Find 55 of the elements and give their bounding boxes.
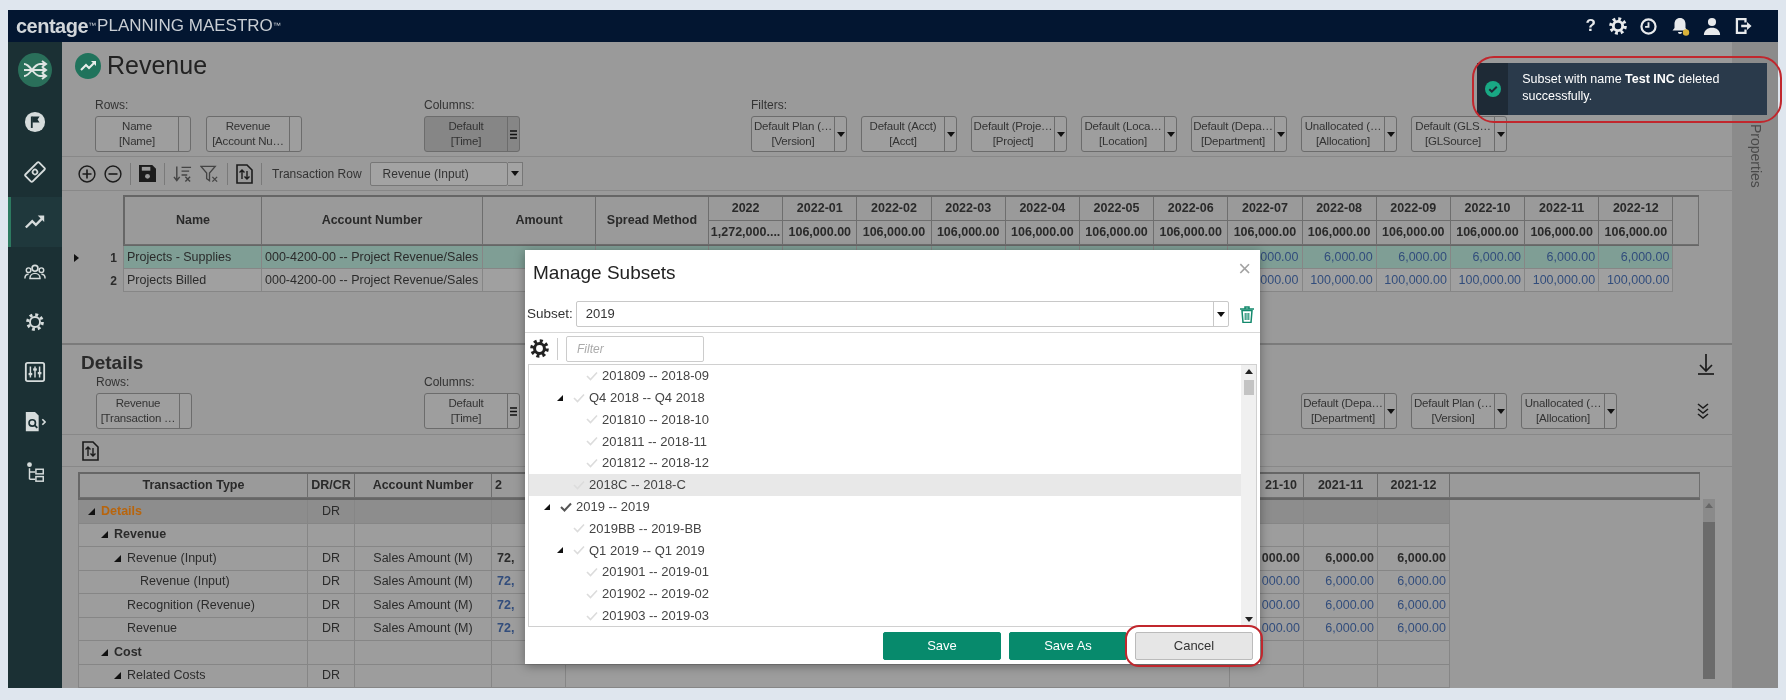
table-cell: 000-4200-00 -- Project Revenue/Sales (262, 269, 483, 292)
table-cell: DR (308, 594, 355, 618)
table-cell: 100,000.00 (1450, 269, 1526, 292)
row-number: 2 (110, 272, 118, 290)
total-cell: 106,000.00 (1376, 221, 1451, 245)
row-label: Revenue (Input) (140, 573, 230, 591)
total-cell: 106,000.00 (1525, 221, 1600, 245)
total-cell: 106,000.00 (1450, 221, 1526, 245)
total-cell: 106,000.00 (1228, 221, 1303, 245)
row-label: Revenue (114, 526, 167, 544)
page-title: Revenue (107, 50, 208, 82)
table-cell: 6,000.00 (1378, 594, 1450, 618)
trademark-mark: ™ (272, 20, 281, 32)
total-cell: 106,000.00 (1154, 221, 1229, 245)
table-cell: 6,000.00 (1304, 594, 1378, 618)
table-cell: 100,000.00 (1599, 269, 1674, 292)
total-cell: 106,000.00 (1599, 221, 1674, 245)
logo: centage (16, 14, 89, 39)
toast-message: Subset with name Test INC deleted successfully. (1521, 71, 1721, 105)
total-cell: 106,000.00 (931, 221, 1006, 245)
field-label: Transaction Row (272, 165, 362, 183)
field-label: Subset: (527, 304, 573, 323)
total-cell: 1,272,000.... (709, 221, 784, 245)
section-title: Details (81, 351, 144, 375)
field-label: Rows: (96, 375, 131, 389)
table-cell: 100,000.00 (1525, 269, 1600, 292)
total-cell: 106,000.00 (1302, 221, 1377, 245)
table-cell: Projects Billed (123, 269, 262, 292)
dialog-title: Manage Subsets (533, 261, 676, 285)
field-label: Filters: (751, 98, 788, 112)
total-cell: 106,000.00 (1079, 221, 1155, 245)
table-cell: DR (308, 547, 355, 571)
table-cell: 100,000.00 (1302, 269, 1377, 292)
table-cell: DR (308, 664, 355, 688)
row-label: Related Costs (127, 667, 206, 685)
row-label: Revenue (127, 620, 178, 638)
field-label: Rows: (95, 98, 130, 112)
row-label: Cost (114, 643, 142, 661)
table-cell: 6,000.00 (1378, 547, 1450, 571)
row-label: Revenue (Input) (127, 549, 217, 567)
row-label: Recognition (Revenue) (127, 596, 255, 614)
table-cell: 6,000.00 (1304, 547, 1378, 571)
row-label: Details (101, 502, 142, 520)
table-cell: Sales Amount (M) (355, 594, 492, 618)
table-cell: DR (308, 500, 355, 524)
total-cell: 106,000.00 (857, 221, 932, 245)
table-cell: Sales Amount (M) (355, 547, 492, 571)
trademark-mark: ™ (88, 21, 97, 30)
total-cell: 106,000.00 (1005, 221, 1080, 245)
field-label: Columns: (424, 98, 476, 112)
field-label: Columns: (424, 375, 476, 389)
table-cell: 100,000.00 (1376, 269, 1451, 292)
row-number: 1 (110, 249, 118, 267)
product-name: PLANNING MAESTRO (97, 15, 273, 38)
total-cell: 106,000.00 (783, 221, 858, 245)
